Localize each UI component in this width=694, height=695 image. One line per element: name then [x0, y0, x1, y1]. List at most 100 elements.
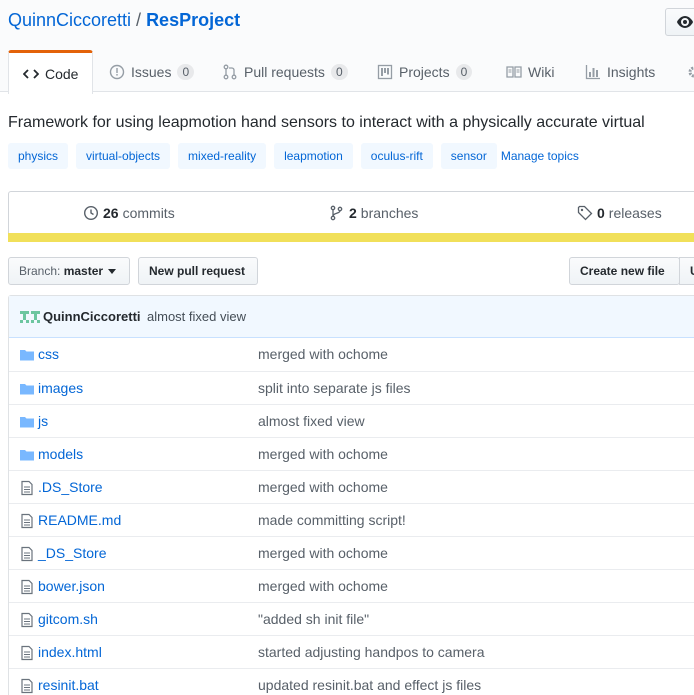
latest-commit-bar: QuinnCiccoretti almost fixed view: [9, 296, 694, 338]
file-name-link[interactable]: gitcom.sh: [38, 611, 98, 627]
tab-issues-label: Issues: [131, 63, 172, 80]
releases-count: 0: [597, 205, 605, 221]
file-icon: [21, 678, 33, 694]
file-commit-message-link[interactable]: merged with ochome: [258, 446, 388, 462]
topic-tag[interactable]: sensor: [440, 143, 497, 169]
new-pull-request-button[interactable]: New pull request: [138, 257, 258, 285]
file-row: css merged with ochome: [9, 338, 694, 371]
repo-title-separator: /: [136, 10, 142, 30]
graph-icon: [585, 64, 600, 79]
commits-link[interactable]: 26 commits: [83, 205, 175, 221]
topic-tag[interactable]: leapmotion: [274, 143, 353, 169]
tab-code-label: Code: [45, 65, 79, 82]
commits-count: 26: [103, 205, 119, 221]
book-icon: [506, 65, 522, 78]
file-icon: [21, 480, 33, 496]
file-commit-message-link[interactable]: merged with ochome: [258, 479, 388, 495]
language-bar[interactable]: [8, 233, 694, 242]
topic-tag[interactable]: virtual-objects: [76, 143, 171, 169]
topic-tag[interactable]: physics: [8, 143, 69, 169]
branches-count: 2: [349, 205, 357, 221]
file-name-link[interactable]: .DS_Store: [38, 479, 103, 495]
file-name-link[interactable]: bower.json: [38, 578, 105, 594]
file-row: .DS_Store merged with ochome: [9, 470, 694, 503]
file-name-link[interactable]: images: [38, 380, 83, 396]
releases-link[interactable]: 0 releases: [577, 205, 662, 221]
repo-title: QuinnCiccoretti / ResProject: [8, 8, 240, 32]
commits-label: commits: [122, 205, 175, 221]
file-commit-message-link[interactable]: updated resinit.bat and effect js files: [258, 677, 481, 693]
pull-requests-count-badge: 0: [330, 63, 348, 80]
tab-pull-requests-label: Pull requests: [244, 63, 325, 80]
branch-select-button[interactable]: Branch: master: [8, 257, 130, 285]
commit-message-link[interactable]: almost fixed view: [147, 309, 246, 324]
file-icon: [21, 612, 33, 628]
chevron-down-icon: [108, 269, 117, 275]
file-name-link[interactable]: _DS_Store: [38, 545, 106, 561]
file-name-link[interactable]: js: [38, 413, 48, 429]
branches-label: branches: [360, 205, 419, 221]
file-name-link[interactable]: models: [38, 446, 83, 462]
file-row: bower.json merged with ochome: [9, 569, 694, 602]
file-list: css merged with ochome images split into…: [9, 338, 694, 695]
pull-request-icon: [223, 64, 237, 79]
watch-button[interactable]: [665, 8, 694, 36]
file-row: resinit.bat updated resinit.bat and effe…: [9, 668, 694, 695]
folder-icon: [20, 350, 34, 361]
file-icon: [21, 546, 33, 562]
avatar[interactable]: [20, 309, 40, 325]
gear-icon: [688, 66, 694, 77]
project-icon: [377, 64, 393, 79]
issues-count-badge: 0: [177, 63, 195, 80]
topic-tag[interactable]: mixed-reality: [178, 143, 267, 169]
file-name-link[interactable]: css: [38, 346, 59, 362]
file-commit-message-link[interactable]: merged with ochome: [258, 545, 388, 561]
repo-description: Framework for using leapmotion hand sens…: [8, 114, 645, 131]
create-new-file-button[interactable]: Create new file: [569, 257, 680, 285]
folder-icon: [20, 384, 34, 395]
tag-icon: [577, 205, 593, 221]
file-icon: [21, 513, 33, 529]
file-commit-message-link[interactable]: "added sh init file": [258, 611, 369, 627]
file-commit-message-link[interactable]: merged with ochome: [258, 346, 388, 362]
tab-pull-requests[interactable]: Pull requests 0: [222, 50, 348, 93]
file-name-link[interactable]: index.html: [38, 644, 102, 660]
file-name-link[interactable]: README.md: [38, 512, 121, 528]
repo-owner-link[interactable]: QuinnCiccoretti: [8, 10, 131, 30]
file-commit-message-link[interactable]: split into separate js files: [258, 380, 411, 396]
projects-count-badge: 0: [455, 63, 473, 80]
history-icon: [83, 205, 99, 221]
file-row: README.md made committing script!: [9, 503, 694, 536]
branches-link[interactable]: 2 branches: [329, 205, 418, 221]
branch-icon: [330, 205, 343, 221]
tab-code[interactable]: Code: [8, 50, 94, 94]
tab-projects-label: Projects: [399, 63, 450, 80]
topic-tag[interactable]: oculus-rift: [360, 143, 433, 169]
branch-prefix: Branch:: [19, 264, 61, 278]
file-row: index.html started adjusting handpos to …: [9, 635, 694, 668]
manage-topics-link[interactable]: Manage topics: [501, 143, 579, 169]
file-name-link[interactable]: resinit.bat: [38, 677, 99, 693]
tab-projects[interactable]: Projects 0: [377, 50, 473, 93]
file-row: gitcom.sh "added sh init file": [9, 602, 694, 635]
issue-icon: [109, 64, 125, 79]
repo-name-link[interactable]: ResProject: [146, 10, 240, 30]
file-row: images split into separate js files: [9, 371, 694, 404]
tab-insights[interactable]: Insights: [585, 50, 655, 93]
file-row: js almost fixed view: [9, 404, 694, 437]
upload-files-button[interactable]: U: [679, 257, 694, 285]
file-commit-message-link[interactable]: merged with ochome: [258, 578, 388, 594]
file-commit-message-link[interactable]: almost fixed view: [258, 413, 365, 429]
tab-settings[interactable]: [686, 50, 694, 93]
tab-insights-label: Insights: [607, 63, 656, 80]
topics-list: physics virtual-objects mixed-reality leapm…: [8, 143, 579, 169]
tab-issues[interactable]: Issues 0: [109, 50, 195, 93]
releases-label: releases: [608, 205, 662, 221]
tab-wiki[interactable]: Wiki: [506, 50, 554, 93]
file-commit-message-link[interactable]: started adjusting handpos to camera: [258, 644, 484, 660]
code-icon: [23, 68, 39, 79]
file-commit-message-link[interactable]: made committing script!: [258, 512, 406, 528]
commit-author-link[interactable]: QuinnCiccoretti: [43, 309, 141, 324]
tab-wiki-label: Wiki: [528, 63, 555, 80]
file-row: models merged with ochome: [9, 437, 694, 470]
